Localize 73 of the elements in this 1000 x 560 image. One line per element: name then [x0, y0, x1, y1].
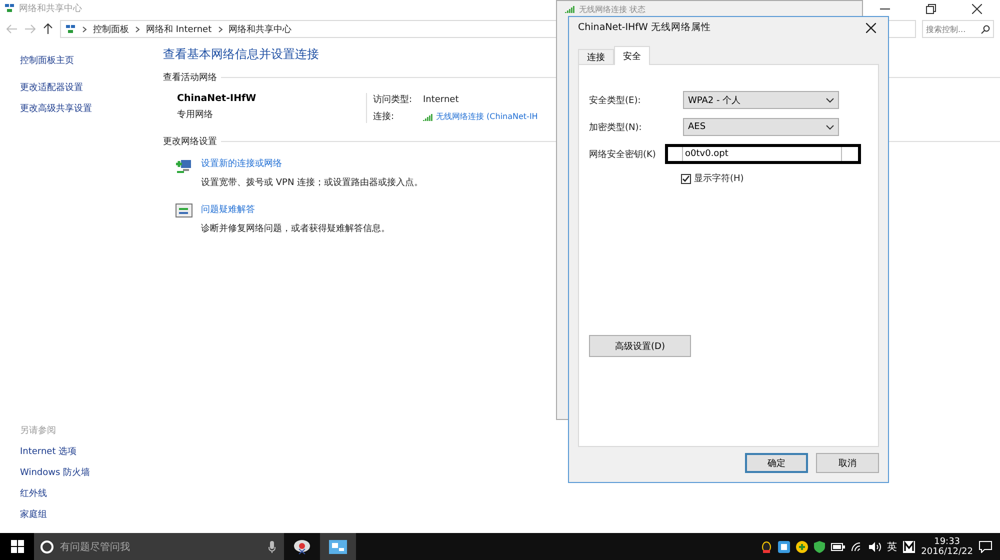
checkbox-label: 显示字符(H)	[694, 172, 744, 185]
close-icon	[972, 4, 982, 14]
signal-icon	[565, 5, 575, 13]
network-center-icon	[65, 24, 76, 34]
sidebar-link[interactable]: 更改适配器设置	[20, 81, 158, 94]
task-description: 诊断并修复网络问题，或者获得疑难解答信息。	[201, 222, 390, 235]
network-type: 专用网络	[177, 108, 214, 121]
tray-app-icon[interactable]	[778, 540, 790, 552]
sidebar-link[interactable]: 控制面板主页	[20, 54, 158, 67]
field-label: 安全类型(E):	[589, 94, 642, 106]
field-label: 网络安全密钥(K)	[589, 148, 657, 160]
clock[interactable]: 19:33 2016/12/22	[921, 536, 973, 556]
task-link[interactable]: 设置新的连接或网络	[201, 157, 424, 170]
tab[interactable]: 安全	[614, 46, 650, 65]
microphone-icon[interactable]	[268, 540, 276, 552]
chevron-down-icon	[826, 98, 834, 102]
checkbox[interactable]	[681, 174, 691, 184]
chevron-icon	[218, 26, 223, 32]
dialog-title: ChinaNet-IHfW 无线网络属性	[578, 21, 711, 34]
security-type-dropdown[interactable]: WPA2 - 个人	[683, 91, 839, 109]
see-also-link[interactable]: Internet 选项	[20, 445, 158, 458]
windows-logo-icon	[10, 540, 24, 553]
network-name: ChinaNet-IHfW	[177, 93, 258, 104]
chevron-icon	[135, 26, 140, 32]
network-setup-icon	[175, 157, 193, 175]
task-link[interactable]: 问题疑难解答	[201, 203, 390, 216]
dialog-title: 无线网络连接 状态	[579, 4, 646, 14]
breadcrumb-item[interactable]: 控制面板	[93, 22, 129, 36]
battery-icon[interactable]	[831, 542, 846, 550]
signal-icon	[423, 112, 433, 120]
cortana-circle-icon	[40, 540, 54, 554]
connection-link[interactable]: 无线网络连接 (ChinaNet-IH	[436, 111, 538, 122]
taskbar-search-field[interactable]: 有问题尽管问我	[34, 533, 284, 560]
section-label: 更改网络设置	[163, 136, 217, 148]
security-key-field[interactable]: o0tv0.opt	[665, 144, 861, 164]
search-icon	[981, 24, 990, 34]
dialog-button[interactable]: 确定	[745, 453, 808, 473]
window-title: 网络和共享中心	[19, 2, 82, 15]
chevron-icon	[82, 26, 87, 32]
shield-icon[interactable]	[814, 540, 826, 552]
section-label: 查看活动网络	[163, 72, 217, 84]
chevron-down-icon	[826, 124, 834, 130]
search-field[interactable]: 搜索控制...	[922, 20, 994, 38]
speaker-icon[interactable]	[869, 542, 882, 552]
encryption-type-dropdown[interactable]: AES	[683, 118, 839, 136]
task-description: 设置宽带、拨号或 VPN 连接；或设置路由器或接入点。	[201, 176, 424, 189]
advanced-settings-button[interactable]: 高级设置(D)	[589, 335, 691, 357]
tab[interactable]: 连接	[578, 49, 614, 65]
close-icon	[866, 22, 876, 32]
sidebar-link[interactable]: 更改高级共享设置	[20, 102, 158, 115]
field-label: 加密类型(N):	[589, 122, 643, 134]
network-center-icon	[4, 3, 15, 14]
see-also-heading: 另请参阅	[20, 424, 57, 437]
taskbar-app-icon[interactable]	[320, 533, 356, 560]
start-button[interactable]	[0, 533, 34, 560]
access-type-label: 访问类型:	[373, 94, 414, 106]
breadcrumb-item[interactable]: 网络和共享中心	[228, 22, 292, 36]
up-arrow-icon[interactable]	[42, 23, 54, 35]
page-heading: 查看基本网络信息并设置连接	[163, 46, 319, 63]
connection-label: 连接:	[373, 110, 396, 123]
see-also-link[interactable]: 家庭组	[20, 508, 158, 521]
restore-icon	[926, 4, 936, 14]
tray-plus-icon[interactable]	[796, 540, 808, 552]
dialog-button[interactable]: 取消	[816, 453, 879, 473]
tray-app-icon[interactable]	[761, 540, 772, 552]
see-also-link[interactable]: Windows 防火墙	[20, 466, 158, 479]
tray-app-icon[interactable]	[903, 540, 916, 552]
breadcrumb-item[interactable]: 网络和 Internet	[146, 22, 212, 36]
input-language[interactable]: 英	[887, 540, 898, 554]
notification-icon[interactable]	[979, 540, 992, 552]
access-type-value: Internet	[423, 94, 460, 104]
see-also-link[interactable]: 红外线	[20, 487, 158, 500]
troubleshoot-icon	[175, 203, 193, 219]
